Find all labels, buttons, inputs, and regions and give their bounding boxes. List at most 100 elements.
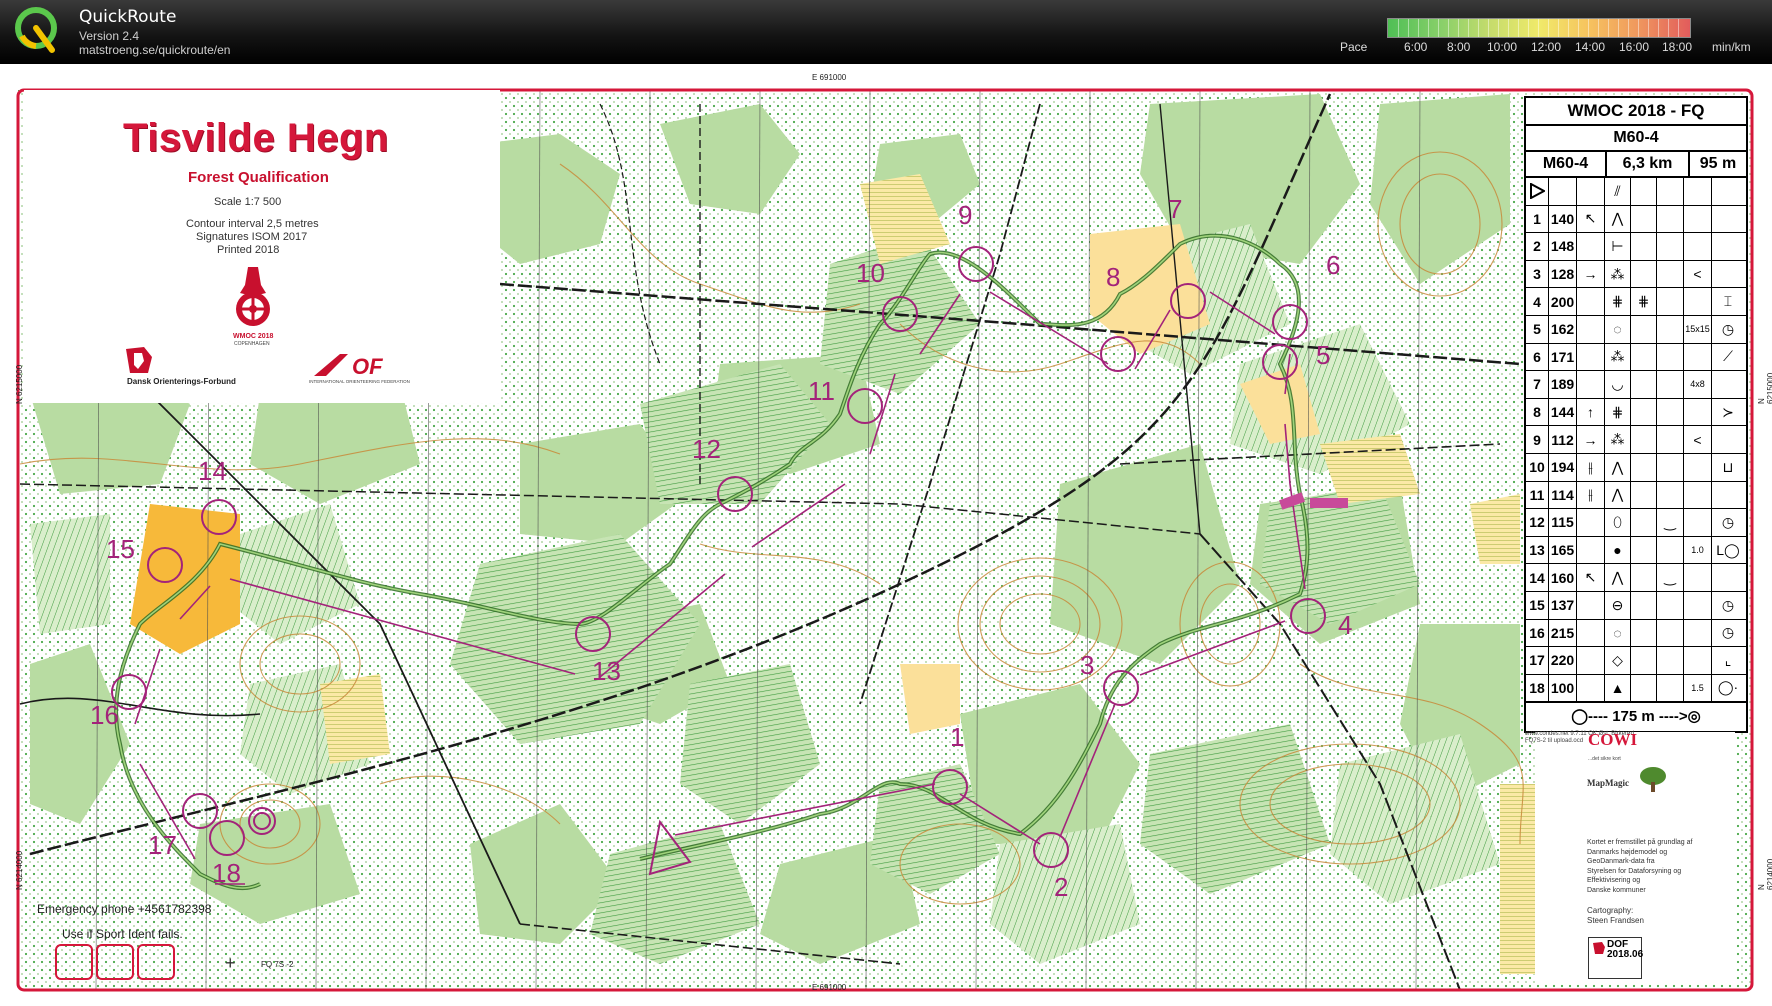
desc-cell-f: ‿	[1657, 564, 1684, 591]
desc-cell-code: 171	[1549, 343, 1577, 371]
pace-tick: 16:00	[1619, 40, 1650, 54]
control-label-13: 13	[592, 656, 621, 686]
desc-cell-d: ◡	[1605, 371, 1631, 398]
grid-label-left-lower: N 6214000	[15, 850, 24, 890]
control-label-10: 10	[856, 258, 885, 288]
desc-cell-d: ⋀	[1605, 481, 1631, 509]
course-code: FQ 7S -2	[261, 960, 294, 969]
desc-cell-code: 137	[1549, 591, 1577, 619]
desc-cell-d: ◇	[1605, 647, 1631, 674]
desc-cell-h	[1712, 233, 1744, 260]
dof-logo-icon	[126, 347, 152, 373]
desc-cell-e	[1631, 260, 1657, 288]
desc-cell-e	[1631, 371, 1657, 398]
control-label-11: 11	[808, 376, 835, 406]
credits-panel: www.condes.net 9.7.11 OK Øst, Birkerød F…	[1525, 730, 1735, 984]
desc-cell-e	[1631, 619, 1657, 647]
wmoc-logo-subtext: COPENHAGEN	[234, 341, 270, 347]
control-row: 9 112 → ⁂ <	[1526, 426, 1746, 454]
pace-scale-cell	[1528, 19, 1529, 37]
event-name: WMOC 2018 - FQ	[1526, 98, 1746, 126]
desc-cell-n: 1	[1526, 205, 1549, 233]
app-version: Version 2.4	[79, 29, 140, 43]
desc-cell-g	[1684, 205, 1712, 233]
control-row: 7 189 ◡ 4x8	[1526, 371, 1746, 399]
desc-cell-g	[1684, 453, 1712, 481]
desc-cell-n: 9	[1526, 426, 1549, 453]
pace-scale-cell	[1428, 19, 1429, 37]
desc-cell-c	[1577, 536, 1605, 564]
desc-cell-c	[1577, 233, 1605, 260]
desc-cell-h	[1712, 482, 1744, 509]
grid-label-top: E 691000	[812, 73, 847, 82]
pace-scale-cell	[1628, 19, 1629, 37]
desc-cell-g	[1684, 481, 1712, 509]
desc-cell-d: ⋀	[1605, 453, 1631, 481]
grid-label-bottom: E 691000	[812, 983, 847, 992]
control-label-8: 8	[1106, 262, 1120, 292]
pace-tick: 18:00	[1662, 40, 1693, 54]
desc-cell-code: 140	[1549, 205, 1577, 233]
control-description-sheet: WMOC 2018 - FQ M60-4 M60-4 6,3 km 95 m ⫽…	[1524, 96, 1748, 734]
pace-scale-cell	[1608, 19, 1609, 37]
credit-line: GeoDanmark-data fra	[1587, 858, 1655, 865]
desc-cell-c	[1577, 509, 1605, 536]
credit-line: Kortet er fremstillet på grundlag af	[1587, 839, 1693, 846]
desc-cell-c	[1577, 288, 1605, 315]
control-row: 5 162 ◌ 15x15 ◷	[1526, 315, 1746, 344]
cowi-logo: COWI	[1588, 730, 1638, 749]
desc-cell-d: ▲	[1605, 674, 1631, 702]
desc-cell-e	[1631, 674, 1657, 702]
map-title: Tisvilde Hegn	[123, 116, 389, 160]
desc-cell-e: ⋕	[1631, 288, 1657, 315]
desc-cell-h: ⌶	[1723, 293, 1733, 310]
desc-cell-code: 114	[1549, 481, 1577, 509]
desc-cell-f	[1657, 536, 1684, 564]
desc-cell-e	[1631, 564, 1657, 591]
pace-scale-cell	[1618, 19, 1619, 37]
map-signatures: Signatures ISOM 2017	[196, 231, 308, 243]
map-subtitle: Forest Qualification	[188, 169, 329, 186]
desc-cell-e	[1631, 205, 1657, 233]
control-label-4: 4	[1338, 610, 1352, 640]
pace-scale-cell	[1558, 19, 1559, 37]
desc-cell-g: 1.5	[1684, 674, 1712, 702]
desc-cell-h: ◯·	[1717, 679, 1739, 696]
desc-cell-h: ◷	[1721, 624, 1735, 641]
desc-cell-n: 10	[1526, 453, 1549, 481]
desc-cell-code: 128	[1549, 260, 1577, 288]
desc-cell-code: 160	[1549, 564, 1577, 591]
desc-cell-c	[1577, 315, 1605, 343]
desc-cell-g: <	[1684, 260, 1712, 288]
pace-scale-cell	[1478, 19, 1479, 37]
control-row: 12 115 ⬯ ‿ ◷	[1526, 509, 1746, 537]
desc-cell-g	[1684, 233, 1712, 260]
desc-cell-h	[1712, 426, 1744, 453]
desc-cell-n: 3	[1526, 260, 1549, 288]
control-label-6: 6	[1326, 250, 1340, 280]
map-printed: Printed 2018	[217, 244, 280, 256]
pace-scale-cell	[1658, 19, 1659, 37]
desc-cell-e	[1631, 591, 1657, 619]
desc-cell-n: 16	[1526, 619, 1549, 647]
desc-cell-f	[1657, 371, 1684, 398]
control-label-15: 15	[106, 534, 135, 564]
control-row: 3 128 → ⁂ <	[1526, 260, 1746, 289]
desc-cell-d: ◌	[1605, 619, 1631, 647]
desc-cell-g	[1684, 564, 1712, 591]
control-row: 2 148 ⊢	[1526, 233, 1746, 261]
backup-punch-box	[96, 944, 134, 980]
desc-cell-code: 112	[1549, 426, 1577, 453]
app-url[interactable]: matstroeng.se/quickroute/en	[79, 43, 230, 57]
pace-tick: 12:00	[1531, 40, 1562, 54]
desc-cell-d: ⁂	[1605, 426, 1631, 453]
credit-line: Effektivisering og	[1587, 877, 1641, 884]
desc-cell-e	[1631, 647, 1657, 674]
desc-cell-h	[1712, 564, 1744, 591]
desc-cell-code: 165	[1549, 536, 1577, 564]
desc-cell-n: 17	[1526, 647, 1549, 674]
control-row: 4 200 ⋕ ⋕ ⌶	[1526, 288, 1746, 316]
desc-cell-g: 4x8	[1684, 371, 1712, 398]
pace-scale-cell	[1648, 19, 1649, 37]
finish-instruction: ◯---- 175 m ---->◎	[1526, 702, 1746, 731]
